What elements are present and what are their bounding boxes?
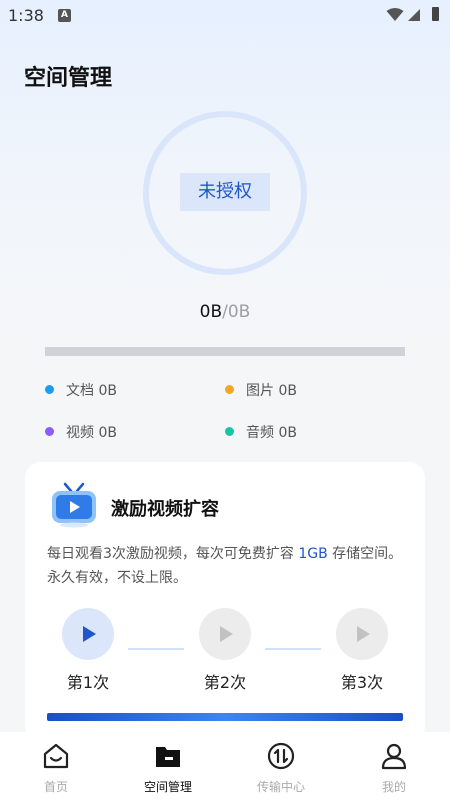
step-1-label: 第1次 xyxy=(66,673,110,692)
storage-progress-bar xyxy=(45,347,405,356)
audio-dot-icon xyxy=(225,427,234,436)
bottom-tab-bar: 首页 空间管理 传输中心 我的 xyxy=(0,732,450,800)
reward-video-card: 激励视频扩容 每日观看3次激励视频，每次可免费扩容 1GB 存储空间。永久有效，… xyxy=(25,462,425,742)
folder-icon xyxy=(156,747,180,767)
unauthorized-badge[interactable]: 未授权 xyxy=(180,173,270,211)
legend-images: 图片 0B xyxy=(225,380,297,400)
step-connector xyxy=(265,648,321,650)
play-icon xyxy=(357,626,370,642)
total-amount: 0B xyxy=(227,302,251,322)
legend-audio: 音频 0B xyxy=(225,422,297,442)
tab-profile[interactable]: 我的 xyxy=(344,732,444,800)
notification-a-icon: A xyxy=(58,9,71,22)
watch-video-banner-button[interactable] xyxy=(47,713,403,721)
step-2-button[interactable] xyxy=(199,608,251,660)
wifi-icon xyxy=(386,8,404,21)
step-2-label: 第2次 xyxy=(203,673,247,692)
reward-card-title: 激励视频扩容 xyxy=(111,499,219,520)
reward-card-description: 每日观看3次激励视频，每次可免费扩容 1GB 存储空间。永久有效，不设上限。 xyxy=(47,542,407,590)
tab-transfer-center[interactable]: 传输中心 xyxy=(231,732,331,800)
tab-home-label: 首页 xyxy=(43,780,68,794)
tab-transfer-center-label: 传输中心 xyxy=(256,780,305,794)
legend-videos: 视频 0B xyxy=(45,422,117,442)
page-title: 空间管理 xyxy=(24,66,113,91)
tab-home[interactable]: 首页 xyxy=(6,732,106,800)
legend-images-label: 图片 0B xyxy=(246,383,297,399)
legend-documents-label: 文档 0B xyxy=(66,383,117,399)
transfer-icon xyxy=(267,742,295,770)
cellular-signal-icon xyxy=(408,9,420,21)
storage-usage-text: 0B/0B xyxy=(0,302,450,322)
desc-highlight-1gb: 1GB xyxy=(298,546,328,562)
documents-dot-icon xyxy=(45,385,54,394)
battery-icon xyxy=(432,7,439,21)
profile-icon xyxy=(381,743,407,770)
desc-text-before: 每日观看3次激励视频，每次可免费扩容 xyxy=(47,546,299,562)
legend-audio-label: 音频 0B xyxy=(246,425,297,441)
tab-space-management[interactable]: 空间管理 xyxy=(118,732,218,800)
videos-dot-icon xyxy=(45,427,54,436)
play-icon xyxy=(83,626,96,642)
play-icon xyxy=(220,626,233,642)
home-icon xyxy=(43,743,69,769)
step-3-button[interactable] xyxy=(336,608,388,660)
step-3-label: 第3次 xyxy=(340,673,384,692)
tv-video-icon xyxy=(52,482,96,528)
images-dot-icon xyxy=(225,385,234,394)
status-bar: 1:38 A xyxy=(0,0,450,30)
legend-videos-label: 视频 0B xyxy=(66,425,117,441)
step-1-button[interactable] xyxy=(62,608,114,660)
used-amount: 0B xyxy=(199,302,223,322)
step-connector xyxy=(128,648,184,650)
tab-profile-label: 我的 xyxy=(381,780,406,794)
status-time: 1:38 xyxy=(8,6,44,25)
tab-space-management-label: 空间管理 xyxy=(143,780,192,794)
legend-documents: 文档 0B xyxy=(45,380,117,400)
